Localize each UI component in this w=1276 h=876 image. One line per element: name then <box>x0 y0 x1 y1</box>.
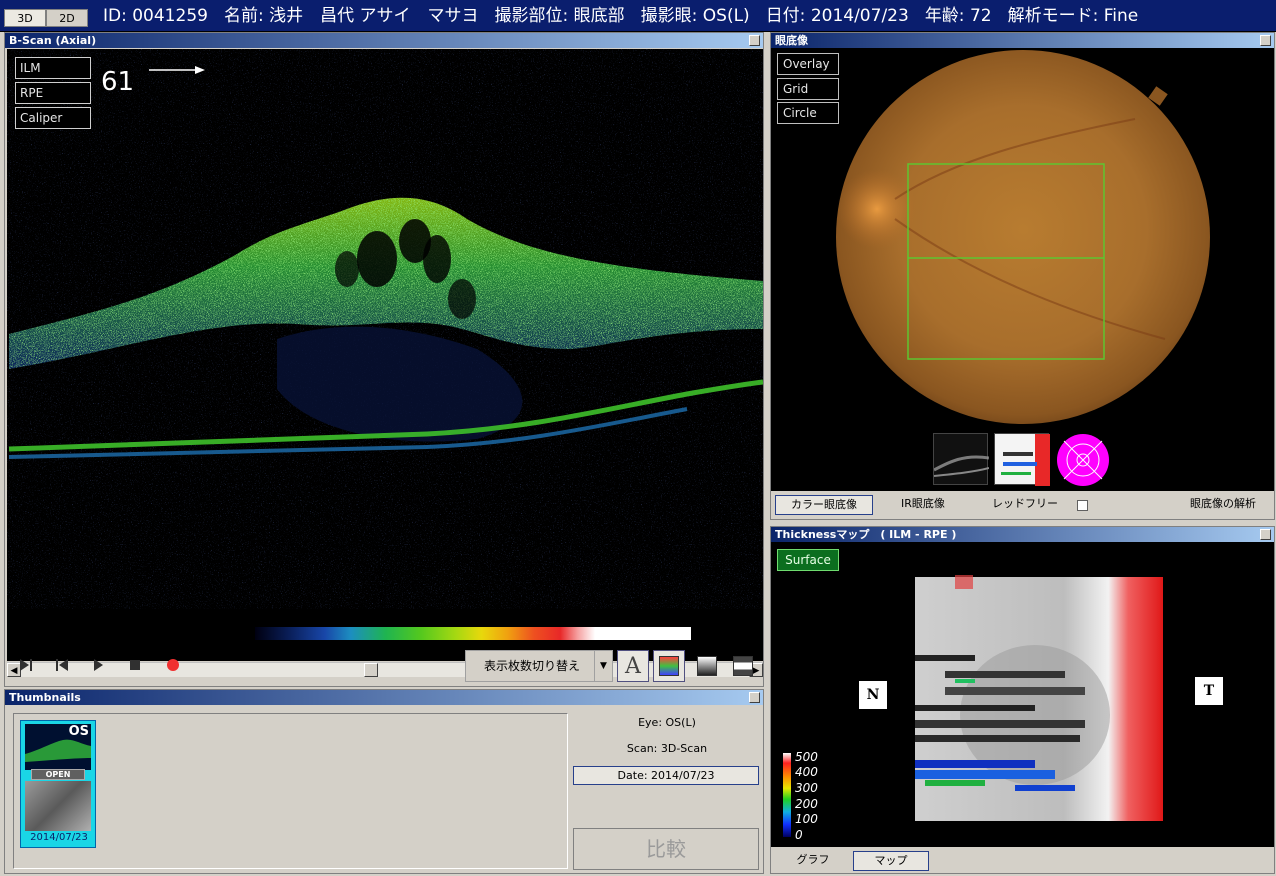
bscan-maximize-button[interactable] <box>749 35 760 46</box>
etdrs-grid-icon[interactable] <box>1056 433 1110 487</box>
stop-button[interactable] <box>122 652 148 678</box>
inverted-button[interactable] <box>727 650 759 682</box>
patient-name: 名前: 浅井 昌代 アサイ マサヨ <box>223 6 479 26</box>
oct-bscan-image <box>7 49 763 609</box>
fundus-tab-bar: カラー眼底像 IR眼底像 レッドフリー 眼底像の解析 <box>771 491 1274 519</box>
thickness-legend-bar <box>783 753 791 837</box>
fundus-title: 眼底像 <box>771 33 1274 48</box>
tab-graph[interactable]: グラフ <box>775 851 851 871</box>
scan-region: 撮影部位: 眼底部 <box>494 6 625 26</box>
tab-red-free[interactable]: レッドフリー <box>985 495 1065 515</box>
fundus-maximize-button[interactable] <box>1260 35 1271 46</box>
chevron-down-icon[interactable]: ▼ <box>594 651 612 681</box>
thumbnail-scan-type: Scan: 3D-Scan <box>626 742 708 755</box>
thumbnail-list: OS OPEN 2014/07/23 <box>13 713 568 869</box>
legend-label-200: 200 <box>795 797 818 811</box>
stop-icon <box>130 660 140 670</box>
slice-scrollbar[interactable]: ◀ ▶ <box>7 662 763 677</box>
color-map-button[interactable] <box>653 650 685 682</box>
caliper-button[interactable]: Caliper <box>15 107 91 129</box>
fundus-grid-button[interactable]: Grid <box>777 78 839 100</box>
legend-label-0: 0 <box>795 828 803 842</box>
thumbnail-date: 2014/07/23 <box>30 832 88 843</box>
text-annotation-button[interactable]: A <box>617 650 649 682</box>
bscan-preview-icon[interactable] <box>933 433 990 485</box>
thickness-preview-icon[interactable] <box>994 433 1050 486</box>
legend-label-300: 300 <box>795 781 818 795</box>
patient-id: ID: 0041259 <box>103 6 208 26</box>
step-forward-icon <box>20 659 32 671</box>
fundus-circle-button[interactable]: Circle <box>777 102 839 124</box>
legend-label-500: 500 <box>795 750 818 764</box>
play-icon <box>94 659 103 671</box>
play-button[interactable] <box>85 652 111 678</box>
bscan-title: B-Scan (Axial) <box>5 33 763 48</box>
scroll-thumb[interactable] <box>363 663 378 677</box>
display-count-label: 表示枚数切り替え <box>484 659 581 673</box>
red-free-checkbox[interactable] <box>1077 500 1088 511</box>
mode-2d-button[interactable]: 2D <box>46 9 88 27</box>
etdrs-grid-image <box>1057 434 1109 486</box>
step-forward-button[interactable] <box>13 652 39 678</box>
bscan-preview-image <box>933 455 990 477</box>
fundus-image[interactable] <box>835 49 1215 425</box>
text-tool-icon: A <box>625 653 641 679</box>
thumbnail-fundus-image <box>25 781 91 831</box>
scan-direction-arrow-icon <box>149 66 205 74</box>
analysis-mode: 解析モード: Fine <box>1007 6 1139 26</box>
thumbnails-panel: Thumbnails OS OPEN 2014/07/23 Eye: OS(L)… <box>4 689 764 874</box>
open-badge[interactable]: OPEN <box>31 769 85 780</box>
record-icon <box>167 659 179 671</box>
step-back-button[interactable] <box>49 652 75 678</box>
temporal-label: T <box>1195 677 1223 705</box>
patient-age: 年齢: 72 <box>924 6 992 26</box>
thumbnail-eye: Eye: OS(L) <box>638 716 696 729</box>
bscan-image[interactable]: ILM RPE Caliper 61 <box>7 49 763 661</box>
display-count-select[interactable]: 表示枚数切り替え ▼ <box>465 650 613 682</box>
thickness-map-panel: Thicknessマップ ( ILM - RPE ) Surface N T 5… <box>770 526 1275 874</box>
tab-map[interactable]: マップ <box>853 851 929 871</box>
mode-3d-button[interactable]: 3D <box>4 9 46 27</box>
thumbnail-eye-label: OS <box>68 724 89 739</box>
intensity-colorbar <box>255 627 691 640</box>
fundus-panel: 眼底像 Overlay Grid Circle カラー眼底像 IR眼底像 レッド… <box>770 32 1275 520</box>
scan-eye: 撮影眼: OS(L) <box>640 6 750 26</box>
thickness-tab-bar: グラフ マップ <box>771 847 1274 873</box>
legend-label-100: 100 <box>795 812 818 826</box>
grayscale-button[interactable] <box>691 650 723 682</box>
thickness-title: Thicknessマップ ( ILM - RPE ) <box>771 527 1274 542</box>
thumbnail-bscan: OS <box>25 724 91 770</box>
nasal-label: N <box>859 681 887 709</box>
bscan-panel: B-Scan (Axial) ILM RPE Caliper 61 ◀ ▶ 表示… <box>4 32 764 687</box>
thickness-map-image[interactable] <box>915 575 1165 823</box>
patient-info: ID: 0041259 名前: 浅井 昌代 アサイ マサヨ 撮影部位: 眼底部 撮影眼… <box>103 4 1154 28</box>
patient-info-bar: 3D 2D ID: 0041259 名前: 浅井 昌代 アサイ マサヨ 撮影部位: … <box>0 0 1276 32</box>
slice-number: 61 <box>101 67 135 97</box>
fundus-overlay-button[interactable]: Overlay <box>777 53 839 75</box>
scan-date: 日付: 2014/07/23 <box>765 6 909 26</box>
step-back-icon <box>56 659 68 671</box>
record-button[interactable] <box>160 652 186 678</box>
surface-button[interactable]: Surface <box>777 549 839 571</box>
legend-label-400: 400 <box>795 765 818 779</box>
compare-button[interactable]: 比較 <box>573 828 759 870</box>
rpe-overlay-button[interactable]: RPE <box>15 82 91 104</box>
tab-color-fundus[interactable]: カラー眼底像 <box>775 495 873 515</box>
thumbnail-card[interactable]: OS OPEN 2014/07/23 <box>20 720 96 848</box>
grayscale-icon <box>697 656 717 676</box>
color-map-icon <box>659 656 679 676</box>
thumbnails-title: Thumbnails <box>5 690 763 705</box>
thumbnails-maximize-button[interactable] <box>749 692 760 703</box>
fundus-analysis-button[interactable]: 眼底像の解析 <box>1173 495 1273 515</box>
invert-icon <box>733 656 753 676</box>
thickness-maximize-button[interactable] <box>1260 529 1271 540</box>
ilm-overlay-button[interactable]: ILM <box>15 57 91 79</box>
tab-ir-fundus[interactable]: IR眼底像 <box>883 495 963 515</box>
thumbnail-date-field: Date: 2014/07/23 <box>573 766 759 785</box>
thickness-preview-image <box>1001 434 1050 486</box>
